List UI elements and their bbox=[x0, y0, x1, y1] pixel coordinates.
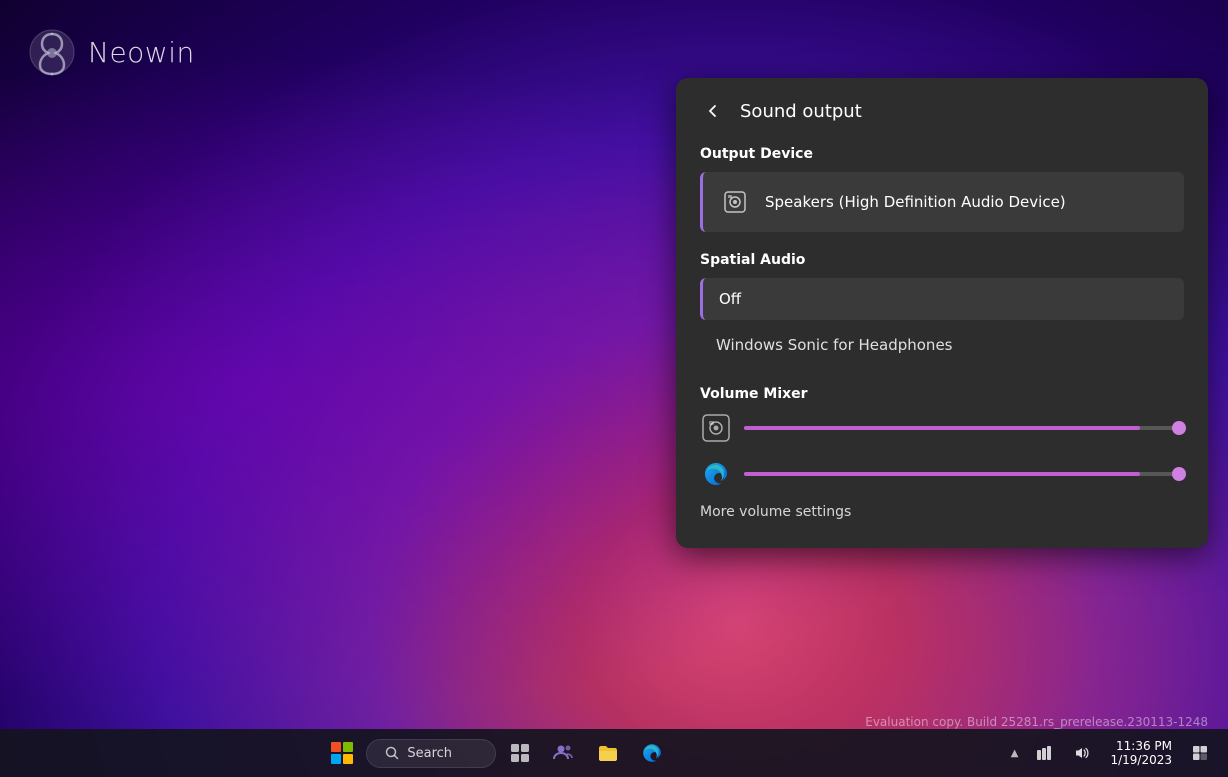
neowin-brand-name: Neowin bbox=[88, 36, 195, 69]
back-arrow-icon bbox=[704, 102, 722, 120]
network-tray-icon bbox=[1035, 744, 1053, 762]
task-view-button[interactable] bbox=[500, 733, 540, 773]
volume-tray-icon-svg bbox=[1073, 744, 1091, 762]
speaker-volume-row bbox=[700, 412, 1184, 444]
file-explorer-button[interactable] bbox=[588, 733, 628, 773]
edge-volume-slider[interactable] bbox=[744, 472, 1184, 476]
clock-area[interactable]: 11:36 PM 1/19/2023 bbox=[1104, 737, 1178, 769]
output-device-label: Output Device bbox=[700, 146, 1184, 162]
edge-volume-row bbox=[700, 458, 1184, 490]
spatial-windows-sonic-option[interactable]: Windows Sonic for Headphones bbox=[700, 324, 1184, 366]
search-bar-label: Search bbox=[407, 746, 452, 761]
edge-taskbar-button[interactable] bbox=[632, 733, 672, 773]
edge-volume-icon bbox=[701, 459, 731, 489]
search-icon bbox=[385, 746, 399, 760]
watermark-text: Evaluation copy. Build 25281.rs_prerelea… bbox=[865, 715, 1208, 729]
panel-header: Sound output bbox=[700, 98, 1184, 124]
clock-time: 11:36 PM bbox=[1116, 739, 1172, 753]
speaker-app-icon bbox=[700, 412, 732, 444]
show-hidden-icons-button[interactable]: ▲ bbox=[1007, 744, 1023, 763]
spatial-audio-section: Spatial Audio Off Windows Sonic for Head… bbox=[700, 252, 1184, 366]
spatial-audio-label: Spatial Audio bbox=[700, 252, 1184, 268]
device-name-text: Speakers (High Definition Audio Device) bbox=[765, 193, 1066, 211]
volume-mixer-section: Volume Mixer bbox=[700, 386, 1184, 520]
clock-date: 1/19/2023 bbox=[1110, 753, 1172, 767]
more-volume-settings-link[interactable]: More volume settings bbox=[700, 504, 1184, 520]
network-icon[interactable] bbox=[1028, 737, 1060, 769]
search-bar[interactable]: Search bbox=[366, 739, 496, 768]
spatial-off-option[interactable]: Off bbox=[700, 278, 1184, 320]
teams-button[interactable] bbox=[544, 733, 584, 773]
file-explorer-icon bbox=[596, 741, 620, 765]
volume-tray-icon[interactable] bbox=[1066, 737, 1098, 769]
edge-app-icon bbox=[700, 458, 732, 490]
desktop: Neowin Evaluation copy. Build 25281.rs_p… bbox=[0, 0, 1228, 777]
neowin-brand-icon bbox=[28, 28, 76, 76]
panel-title: Sound output bbox=[740, 101, 862, 122]
speaker-icon bbox=[719, 186, 751, 218]
taskbar: Search bbox=[0, 729, 1228, 777]
teams-icon bbox=[552, 741, 576, 765]
neowin-logo: Neowin bbox=[28, 28, 195, 76]
speaker-volume-slider[interactable] bbox=[744, 426, 1184, 430]
edge-taskbar-icon bbox=[640, 741, 664, 765]
notification-center-button[interactable] bbox=[1184, 737, 1216, 769]
windows-logo-icon bbox=[331, 742, 353, 764]
sound-output-panel: Sound output Output Device Speakers (Hig… bbox=[676, 78, 1208, 548]
taskbar-center-area: Search bbox=[0, 733, 995, 773]
system-tray: ▲ 11:36 PM 1/19/2023 bbox=[995, 737, 1228, 769]
back-button[interactable] bbox=[700, 98, 726, 124]
volume-mixer-label: Volume Mixer bbox=[700, 386, 1184, 402]
task-view-icon bbox=[509, 742, 531, 764]
speaker-volume-icon bbox=[701, 413, 731, 443]
speaker-device-icon bbox=[721, 188, 749, 216]
output-device-item[interactable]: Speakers (High Definition Audio Device) bbox=[700, 172, 1184, 232]
notification-center-icon bbox=[1192, 745, 1208, 761]
start-button[interactable] bbox=[322, 733, 362, 773]
